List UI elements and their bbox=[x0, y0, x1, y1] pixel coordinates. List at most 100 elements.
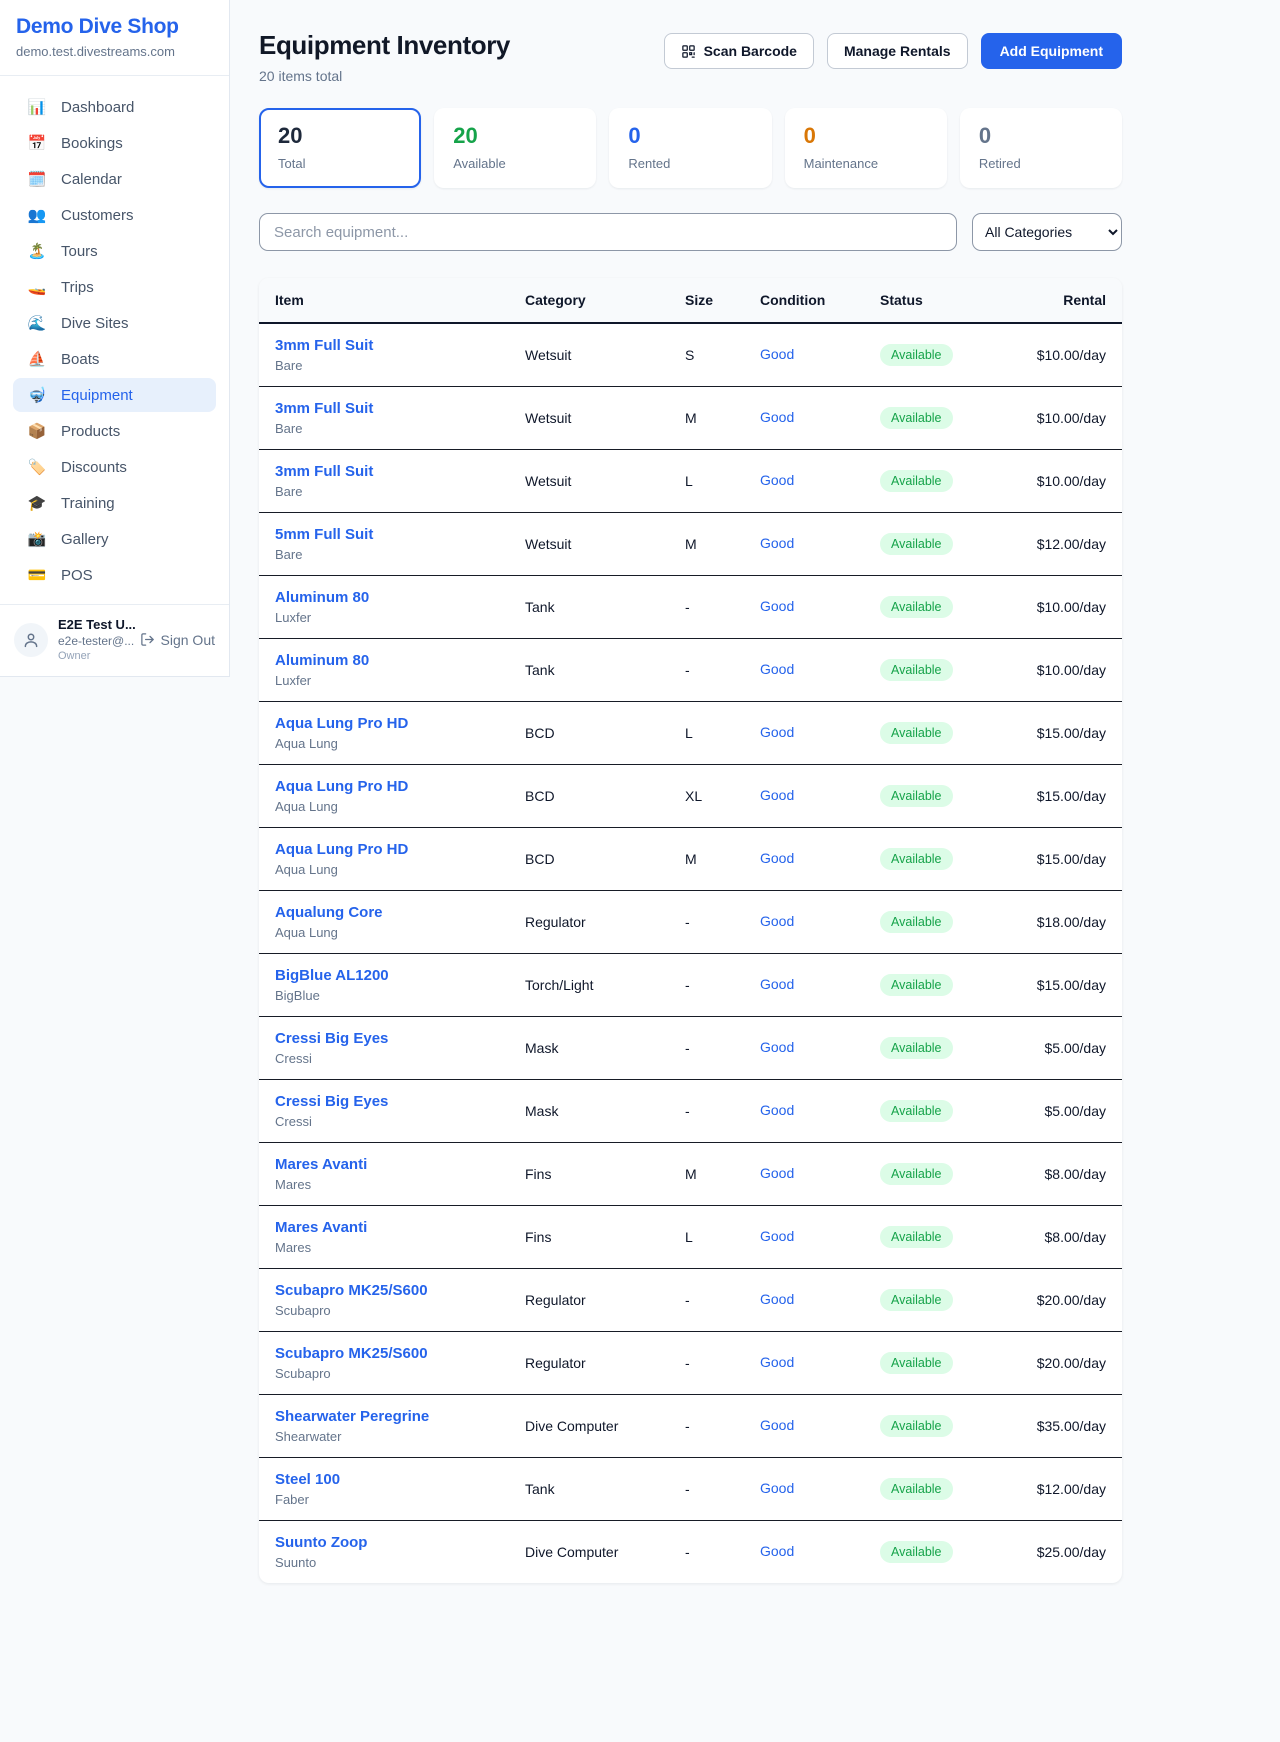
item-name-link[interactable]: Cressi Big Eyes bbox=[275, 1030, 525, 1047]
condition-link[interactable]: Good bbox=[760, 787, 794, 803]
item-brand: Cressi bbox=[275, 1114, 525, 1129]
person-icon bbox=[22, 631, 40, 649]
condition-link[interactable]: Good bbox=[760, 1291, 794, 1307]
sidebar-item-customers[interactable]: 👥 Customers bbox=[13, 198, 216, 232]
stat-card-retired[interactable]: 0 Retired bbox=[960, 108, 1122, 188]
item-name-link[interactable]: 5mm Full Suit bbox=[275, 526, 525, 543]
condition-link[interactable]: Good bbox=[760, 850, 794, 866]
stat-card-total[interactable]: 20 Total bbox=[259, 108, 421, 188]
item-brand: Aqua Lung bbox=[275, 736, 525, 751]
condition-link[interactable]: Good bbox=[760, 1039, 794, 1055]
item-name-link[interactable]: Shearwater Peregrine bbox=[275, 1408, 525, 1425]
item-brand: Mares bbox=[275, 1177, 525, 1192]
rental-rate: $15.00/day bbox=[1015, 828, 1122, 891]
sidebar-item-pos[interactable]: 💳 POS bbox=[13, 558, 216, 592]
condition-link[interactable]: Good bbox=[760, 409, 794, 425]
table-row: BigBlue AL1200 BigBlue Torch/Light - Goo… bbox=[259, 954, 1122, 1017]
item-name-link[interactable]: 3mm Full Suit bbox=[275, 463, 525, 480]
sign-out-button[interactable]: Sign Out bbox=[140, 632, 215, 648]
column-header-category: Category bbox=[525, 278, 685, 323]
item-size: - bbox=[685, 1332, 760, 1395]
item-brand: BigBlue bbox=[275, 988, 525, 1003]
sidebar-item-label: Customers bbox=[61, 207, 134, 224]
sidebar-item-bookings[interactable]: 📅 Bookings bbox=[13, 126, 216, 160]
item-brand: Cressi bbox=[275, 1051, 525, 1066]
status-badge: Available bbox=[880, 407, 953, 429]
stats-row: 20 Total 20 Available 0 Rented 0 Mainten… bbox=[259, 108, 1122, 188]
item-name-link[interactable]: Scubapro MK25/S600 bbox=[275, 1345, 525, 1362]
table-row: 3mm Full Suit Bare Wetsuit M Good Availa… bbox=[259, 387, 1122, 450]
sidebar-item-gallery[interactable]: 📸 Gallery bbox=[13, 522, 216, 556]
item-brand: Aqua Lung bbox=[275, 925, 525, 940]
condition-link[interactable]: Good bbox=[760, 1102, 794, 1118]
table-header-row: Item Category Size Condition Status Rent… bbox=[259, 278, 1122, 323]
sidebar-item-equipment[interactable]: 🤿 Equipment bbox=[13, 378, 216, 412]
item-name-link[interactable]: Aqua Lung Pro HD bbox=[275, 841, 525, 858]
brand-title[interactable]: Demo Dive Shop bbox=[16, 15, 213, 39]
sidebar-item-training[interactable]: 🎓 Training bbox=[13, 486, 216, 520]
sidebar-item-dashboard[interactable]: 📊 Dashboard bbox=[13, 90, 216, 124]
category-select[interactable]: All Categories bbox=[972, 213, 1122, 251]
item-name-link[interactable]: Aqualung Core bbox=[275, 904, 525, 921]
rental-rate: $8.00/day bbox=[1015, 1206, 1122, 1269]
condition-link[interactable]: Good bbox=[760, 1417, 794, 1433]
item-name-link[interactable]: BigBlue AL1200 bbox=[275, 967, 525, 984]
condition-link[interactable]: Good bbox=[760, 535, 794, 551]
condition-link[interactable]: Good bbox=[760, 1543, 794, 1559]
condition-link[interactable]: Good bbox=[760, 1165, 794, 1181]
item-name-link[interactable]: Mares Avanti bbox=[275, 1219, 525, 1236]
manage-rentals-button[interactable]: Manage Rentals bbox=[827, 33, 968, 69]
user-name: E2E Test U... bbox=[58, 617, 130, 632]
sidebar-item-discounts[interactable]: 🏷️ Discounts bbox=[13, 450, 216, 484]
add-equipment-button[interactable]: Add Equipment bbox=[981, 33, 1122, 69]
brand-block: Demo Dive Shop demo.test.divestreams.com bbox=[0, 0, 229, 76]
condition-link[interactable]: Good bbox=[760, 661, 794, 677]
sidebar-item-calendar[interactable]: 🗓️ Calendar bbox=[13, 162, 216, 196]
item-brand: Faber bbox=[275, 1492, 525, 1507]
table-row: 3mm Full Suit Bare Wetsuit L Good Availa… bbox=[259, 450, 1122, 513]
item-name-link[interactable]: Scubapro MK25/S600 bbox=[275, 1282, 525, 1299]
table-row: Aluminum 80 Luxfer Tank - Good Available… bbox=[259, 576, 1122, 639]
sidebar-item-boats[interactable]: ⛵ Boats bbox=[13, 342, 216, 376]
table-row: Shearwater Peregrine Shearwater Dive Com… bbox=[259, 1395, 1122, 1458]
item-name-link[interactable]: Steel 100 bbox=[275, 1471, 525, 1488]
condition-link[interactable]: Good bbox=[760, 724, 794, 740]
item-name-link[interactable]: Mares Avanti bbox=[275, 1156, 525, 1173]
sidebar-item-trips[interactable]: 🚤 Trips bbox=[13, 270, 216, 304]
item-category: Fins bbox=[525, 1206, 685, 1269]
condition-link[interactable]: Good bbox=[760, 1480, 794, 1496]
search-input[interactable] bbox=[259, 213, 957, 251]
table-row: Scubapro MK25/S600 Scubapro Regulator - … bbox=[259, 1269, 1122, 1332]
item-brand: Bare bbox=[275, 358, 525, 373]
condition-link[interactable]: Good bbox=[760, 598, 794, 614]
item-name-link[interactable]: Aluminum 80 bbox=[275, 589, 525, 606]
item-name-link[interactable]: Aqua Lung Pro HD bbox=[275, 715, 525, 732]
stat-card-available[interactable]: 20 Available bbox=[434, 108, 596, 188]
scan-barcode-button[interactable]: Scan Barcode bbox=[664, 33, 814, 69]
sidebar-item-dive-sites[interactable]: 🌊 Dive Sites bbox=[13, 306, 216, 340]
stat-card-maintenance[interactable]: 0 Maintenance bbox=[785, 108, 947, 188]
table-row: Suunto Zoop Suunto Dive Computer - Good … bbox=[259, 1521, 1122, 1584]
sidebar-item-icon: 💳 bbox=[27, 566, 47, 584]
user-section: E2E Test U... e2e-tester@... Owner Sign … bbox=[0, 604, 229, 676]
item-name-link[interactable]: Aluminum 80 bbox=[275, 652, 525, 669]
condition-link[interactable]: Good bbox=[760, 346, 794, 362]
equipment-table: Item Category Size Condition Status Rent… bbox=[259, 278, 1122, 1583]
table-row: Steel 100 Faber Tank - Good Available $1… bbox=[259, 1458, 1122, 1521]
condition-link[interactable]: Good bbox=[760, 1228, 794, 1244]
item-category: Regulator bbox=[525, 1269, 685, 1332]
item-name-link[interactable]: Suunto Zoop bbox=[275, 1534, 525, 1551]
item-name-link[interactable]: 3mm Full Suit bbox=[275, 400, 525, 417]
condition-link[interactable]: Good bbox=[760, 913, 794, 929]
stat-card-rented[interactable]: 0 Rented bbox=[609, 108, 771, 188]
condition-link[interactable]: Good bbox=[760, 976, 794, 992]
item-name-link[interactable]: 3mm Full Suit bbox=[275, 337, 525, 354]
sidebar-item-tours[interactable]: 🏝️ Tours bbox=[13, 234, 216, 268]
item-name-link[interactable]: Aqua Lung Pro HD bbox=[275, 778, 525, 795]
condition-link[interactable]: Good bbox=[760, 472, 794, 488]
sidebar-item-products[interactable]: 📦 Products bbox=[13, 414, 216, 448]
column-header-condition: Condition bbox=[760, 278, 880, 323]
item-name-link[interactable]: Cressi Big Eyes bbox=[275, 1093, 525, 1110]
condition-link[interactable]: Good bbox=[760, 1354, 794, 1370]
item-category: Mask bbox=[525, 1017, 685, 1080]
